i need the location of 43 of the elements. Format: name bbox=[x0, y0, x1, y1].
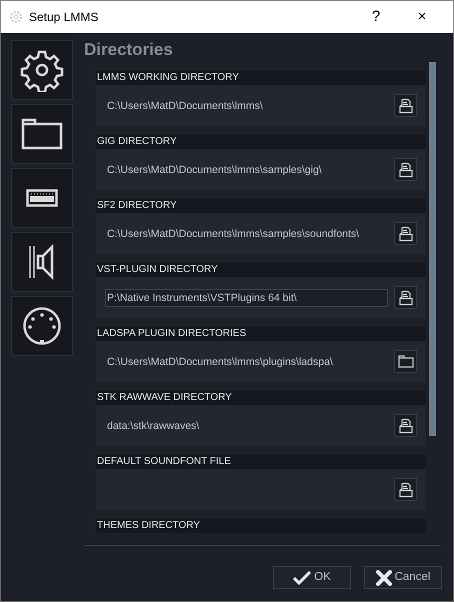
speaker-icon bbox=[28, 244, 56, 280]
cancel-button[interactable]: Cancel bbox=[364, 566, 442, 589]
browse-button[interactable] bbox=[394, 286, 417, 309]
open-file-icon bbox=[398, 226, 414, 242]
section-label: DEFAULT SOUNDFONT FILE bbox=[96, 454, 426, 469]
ok-button[interactable]: OK bbox=[273, 566, 351, 589]
folder-icon bbox=[398, 355, 414, 368]
gear-icon bbox=[9, 10, 23, 24]
section-label: VST-PLUGIN DIRECTORY bbox=[96, 262, 426, 277]
window-title: Setup LMMS bbox=[29, 9, 98, 26]
page-title: Directories bbox=[84, 39, 174, 61]
section-label: STK RAWWAVE DIRECTORY bbox=[96, 390, 426, 405]
sidebar-item[interactable] bbox=[11, 296, 73, 356]
browse-button[interactable] bbox=[394, 414, 417, 437]
section-label: SF2 DIRECTORY bbox=[96, 198, 426, 213]
close-button[interactable]: × bbox=[399, 6, 445, 28]
open-file-icon bbox=[398, 482, 414, 498]
browse-button[interactable] bbox=[394, 94, 417, 117]
browse-button[interactable] bbox=[394, 158, 417, 181]
midi-connector-icon bbox=[22, 306, 62, 346]
check-icon bbox=[293, 570, 312, 584]
directory-field[interactable]: P:\Native Instruments\VSTPlugins 64 bit\ bbox=[105, 288, 388, 306]
section-label: LMMS WORKING DIRECTORY bbox=[96, 70, 426, 85]
gear-icon bbox=[20, 48, 64, 92]
open-file-icon bbox=[398, 98, 414, 114]
browse-button[interactable] bbox=[394, 350, 417, 373]
folder-icon bbox=[21, 118, 63, 150]
browse-button[interactable] bbox=[394, 222, 417, 245]
close-icon bbox=[376, 570, 392, 586]
keyboard-icon bbox=[26, 189, 58, 207]
browse-button[interactable] bbox=[394, 478, 417, 501]
help-button[interactable]: ? bbox=[353, 6, 399, 28]
sidebar-item[interactable] bbox=[11, 168, 73, 228]
sidebar-item[interactable] bbox=[11, 40, 73, 100]
sidebar-item[interactable] bbox=[11, 232, 73, 292]
open-file-icon bbox=[398, 418, 414, 434]
section-label: THEMES DIRECTORY bbox=[96, 518, 426, 533]
open-file-icon bbox=[398, 162, 414, 178]
section-label: GIG DIRECTORY bbox=[96, 134, 426, 149]
sidebar-item[interactable] bbox=[11, 104, 73, 164]
open-file-icon bbox=[398, 290, 414, 306]
section-label: LADSPA PLUGIN DIRECTORIES bbox=[96, 326, 426, 341]
scrollbar[interactable] bbox=[429, 62, 436, 436]
